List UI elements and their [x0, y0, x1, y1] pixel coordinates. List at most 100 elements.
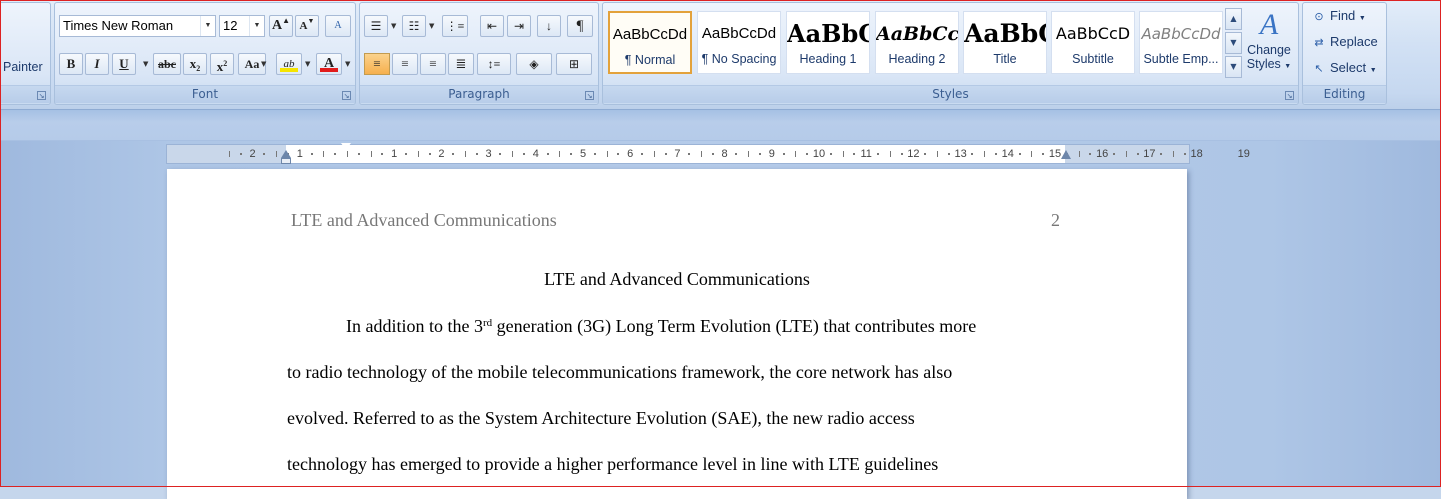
bullets-button[interactable]: ☰	[364, 15, 388, 37]
chevron-down-icon[interactable]: ▼	[261, 60, 266, 68]
gallery-more-icon[interactable]: ▼	[1225, 56, 1242, 78]
ruler-dot	[735, 153, 738, 155]
find-button[interactable]: ⊙ Find ▼	[1311, 6, 1366, 26]
grow-font-button[interactable]: A▲	[269, 15, 293, 37]
style-subtle-emphasis[interactable]: AaBbCcDd Subtle Emp...	[1139, 11, 1223, 74]
replace-button[interactable]: ⇄ Replace	[1311, 32, 1377, 52]
numbered-list-icon: ☷	[408, 19, 420, 33]
decrease-indent-button[interactable]: ⇤	[480, 15, 504, 37]
ruler-dot	[475, 153, 478, 155]
ruler-dot	[1089, 153, 1092, 155]
binoculars-icon: ⊙	[1314, 11, 1324, 23]
font-color-swatch	[320, 68, 338, 72]
ruler-dot	[546, 153, 549, 155]
ruler-dot	[900, 153, 903, 155]
shading-button[interactable]: ◈	[516, 53, 552, 75]
justify-button[interactable]: ≣	[448, 53, 474, 75]
ruler-dot	[1113, 153, 1115, 155]
style-heading-2[interactable]: AaBbCc Heading 2	[875, 11, 959, 74]
underline-button[interactable]: U	[112, 53, 136, 75]
body-line: evolved. Referred to as the System Archi…	[287, 408, 915, 428]
select-button[interactable]: ↖ Select ▼	[1311, 58, 1377, 78]
horizontal-ruler[interactable]: 2 1 1 2 3 4 5 6 7 8 9 10 11 12 13 14 15 16 17 18 19	[166, 144, 1250, 164]
font-size-combo[interactable]: 12 ▼	[219, 15, 265, 37]
ruler-dot	[853, 153, 856, 155]
increase-indent-button[interactable]: ⇥	[507, 15, 531, 37]
ruler-number: 2	[438, 148, 445, 160]
multilevel-list-icon: ⋮≡	[445, 19, 465, 33]
highlight-button[interactable]: ab	[276, 53, 302, 75]
font-color-button[interactable]: A	[316, 53, 342, 75]
styles-gallery-scroll: ▲ ▼ ▼	[1225, 8, 1242, 80]
ruler-dot	[570, 153, 573, 155]
align-right-button[interactable]: ≡	[420, 53, 446, 75]
subscript-button[interactable]: x2	[183, 53, 207, 75]
replace-icon: ⇄	[1314, 37, 1324, 49]
chevron-down-icon[interactable]: ▼	[1370, 67, 1377, 74]
ruler-dot	[428, 153, 431, 155]
borders-button[interactable]: ⊞	[556, 53, 592, 75]
chevron-down-icon[interactable]: ▼	[1225, 32, 1242, 54]
style-subtitle[interactable]: AaBbCcD Subtitle	[1051, 11, 1135, 74]
clipboard-dialog-launcher[interactable]: ↘	[37, 91, 46, 100]
document-title: LTE and Advanced Communications	[544, 269, 810, 289]
multilevel-list-button[interactable]: ⋮≡	[442, 15, 468, 37]
document-page[interactable]: LTE and Advanced Communications 2 LTE an…	[167, 169, 1187, 499]
align-right-icon: ≡	[429, 56, 437, 71]
ruler-tick	[559, 151, 561, 157]
format-painter-button[interactable]: Painter	[3, 60, 43, 74]
sort-button[interactable]: ↓	[537, 15, 561, 37]
ruler-dot	[357, 153, 360, 155]
change-styles-button[interactable]: A Change Styles ▼	[1243, 7, 1295, 89]
chevron-down-icon[interactable]: ▼	[143, 60, 148, 68]
chevron-down-icon[interactable]: ▼	[429, 22, 434, 30]
ruler-dot	[405, 153, 407, 155]
hanging-indent-marker[interactable]	[281, 150, 291, 158]
ruler-dot	[1042, 153, 1045, 155]
italic-button[interactable]: I	[85, 53, 109, 75]
page-number: 2	[1051, 210, 1060, 230]
strikethrough-button[interactable]: abc	[153, 53, 181, 75]
paragraph-group: ☰ ▼ ☷ ▼ ⋮≡ ⇤ ⇥ ↓ ¶ ≡ ≡ ≡ ≣ ↕≡ ◈ ⊞ Paragr…	[359, 2, 599, 105]
style-no-spacing[interactable]: AaBbCcDd ¶ No Spacing	[697, 11, 781, 74]
line-spacing-button[interactable]: ↕≡	[477, 53, 511, 75]
style-title[interactable]: AaBbC Title	[963, 11, 1047, 74]
left-indent-marker[interactable]	[281, 158, 291, 164]
chevron-down-icon[interactable]: ▼	[345, 60, 350, 68]
chevron-up-icon[interactable]: ▲	[1225, 8, 1242, 30]
ruler-tick	[229, 151, 230, 157]
style-heading-1[interactable]: AaBbC Heading 1	[786, 11, 870, 74]
ruler-tick	[842, 151, 844, 157]
superscript-button[interactable]: x2	[210, 53, 234, 75]
align-center-button[interactable]: ≡	[392, 53, 418, 75]
ruler-dot	[452, 153, 455, 155]
ruler-number: 9	[768, 148, 775, 160]
ruler-tick	[937, 151, 938, 157]
numbering-button[interactable]: ☷	[402, 15, 426, 37]
font-dialog-launcher[interactable]: ↘	[342, 91, 351, 100]
align-center-icon: ≡	[401, 56, 409, 71]
show-formatting-button[interactable]: ¶	[567, 15, 593, 37]
clear-formatting-button[interactable]: A	[325, 15, 351, 37]
bold-button[interactable]: B	[59, 53, 83, 75]
chevron-down-icon[interactable]: ▼	[249, 16, 264, 36]
paint-bucket-icon: ◈	[529, 57, 539, 71]
ruler-tick	[1173, 151, 1174, 157]
chevron-down-icon[interactable]: ▼	[305, 60, 310, 68]
right-indent-marker[interactable]	[1061, 150, 1071, 159]
ruler-number: 14	[1001, 148, 1014, 160]
chevron-down-icon[interactable]: ▼	[200, 16, 215, 36]
font-name-combo[interactable]: Times New Roman ▼	[59, 15, 216, 37]
ribbon: Painter ↘ Times New Roman ▼ 12 ▼ A▲ A▼ A…	[0, 0, 1441, 109]
paragraph-dialog-launcher[interactable]: ↘	[585, 91, 594, 100]
style-normal[interactable]: AaBbCcDd ¶ Normal	[608, 11, 692, 74]
chevron-down-icon[interactable]: ▼	[1359, 15, 1366, 22]
ruler-tick	[984, 151, 986, 157]
shrink-font-button[interactable]: A▼	[295, 15, 319, 37]
ruler-dot	[995, 153, 997, 155]
chevron-down-icon[interactable]: ▼	[391, 22, 396, 30]
styles-dialog-launcher[interactable]: ↘	[1285, 91, 1294, 100]
ruler-dot	[806, 153, 809, 155]
align-left-button[interactable]: ≡	[364, 53, 390, 75]
first-line-indent-marker[interactable]	[341, 143, 351, 150]
